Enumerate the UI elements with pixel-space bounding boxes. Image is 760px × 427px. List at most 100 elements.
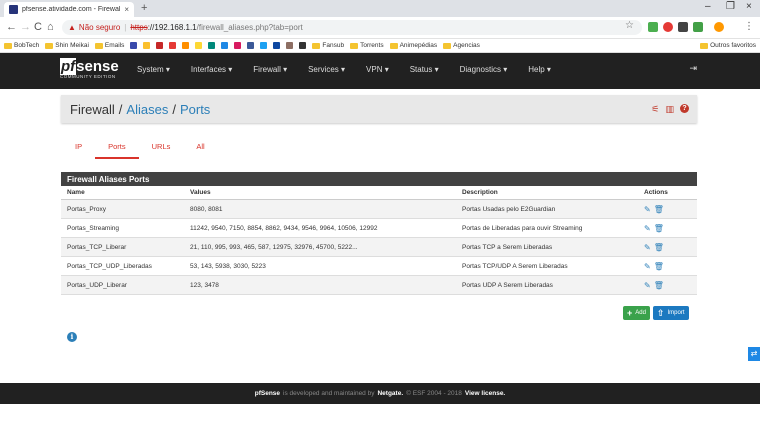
browser-tab[interactable]: pfsense.atividade.com - Firewall × [4,2,134,17]
breadcrumb-aliases-link[interactable]: Aliases [126,102,168,117]
extension-icon[interactable] [663,22,673,32]
chart-icon[interactable]: ▥ [665,104,674,115]
bookmark-icon[interactable] [286,42,294,49]
edit-icon[interactable]: ✎ [644,243,651,252]
cell-name: Portas_TCP_Liberar [61,237,184,257]
bookmark-icon[interactable] [247,42,255,49]
column-header-name[interactable]: Name [61,186,184,200]
cell-description: Portas TCP/UDP A Serem Liberadas [456,256,638,276]
extension-icon[interactable] [693,22,703,32]
delete-icon[interactable]: 🗑 [654,281,664,290]
column-header-values[interactable]: Values [184,186,456,200]
bookmark-icon[interactable] [273,42,281,49]
address-separator: | [124,23,127,32]
info-icon[interactable]: i [67,332,77,342]
delete-icon[interactable]: 🗑 [654,243,664,252]
folder-icon [94,42,103,49]
bookmark-bobtech[interactable]: BobTech [4,42,39,49]
tab-close-icon[interactable]: × [124,5,129,14]
bookmark-shin-meikai[interactable]: Shin Meikai [45,42,89,49]
not-secure-label: Não seguro [78,23,121,32]
bookmark-other-favorites[interactable]: Outros favoritos [700,42,756,49]
table-row[interactable]: Portas_TCP_UDP_Liberadas 53, 143, 5938, 3… [61,256,697,276]
edit-icon[interactable]: ✎ [644,205,651,214]
menu-diagnostics[interactable]: Diagnostics ▾ [460,65,508,74]
url-scheme: https [130,23,148,32]
forward-icon[interactable]: → [20,21,31,33]
footer-text: is developed and maintained by [283,390,375,397]
menu-services[interactable]: Services ▾ [308,65,345,74]
menu-firewall[interactable]: Firewall ▾ [253,65,287,74]
bookmark-icon[interactable] [208,42,216,49]
upload-icon: ⇧ [656,307,665,318]
table-row[interactable]: Portas_UDP_Liberar 123, 3478 Portas UDP A … [61,275,697,295]
table-row[interactable]: Portas_TCP_Liberar 21, 110, 995, 993, 465… [61,237,697,257]
menu-status[interactable]: Status ▾ [410,65,439,74]
edit-icon[interactable]: ✎ [644,262,651,271]
add-label: Add [635,310,646,316]
bookmark-fansub[interactable]: Fansub [312,42,344,49]
back-icon[interactable]: ← [6,21,17,33]
menu-interfaces[interactable]: Interfaces ▾ [191,65,232,74]
import-button[interactable]: ⇧ Import [652,306,689,320]
help-icon[interactable]: ? [680,104,689,113]
delete-icon[interactable]: 🗑 [654,205,664,214]
bookmark-icon[interactable] [260,42,268,49]
home-icon[interactable]: ⌂ [47,21,54,33]
extension-icon[interactable] [678,22,688,32]
bookmark-icon[interactable] [143,42,151,49]
cell-values: 53, 143, 5938, 3030, 5223 [184,256,456,276]
import-label: Import [667,310,685,316]
bookmark-agencias[interactable]: Agencias [443,42,480,49]
tab-ports[interactable]: Ports [95,142,139,159]
bookmark-icon[interactable] [234,42,242,49]
folder-icon [389,42,398,49]
delete-icon[interactable]: 🗑 [654,262,664,271]
window-minimize-button[interactable]: – [705,1,711,12]
bookmark-icon[interactable] [156,42,164,49]
table-row[interactable]: Portas_Proxy 8080, 8081 Portas Usadas pelo… [61,199,697,219]
menu-system[interactable]: System ▾ [137,65,170,74]
window-maximize-button[interactable]: ❐ [726,1,735,12]
window-close-button[interactable]: × [746,1,752,12]
add-button[interactable]: + Add [623,306,650,320]
new-tab-button[interactable]: + [141,2,147,14]
bookmark-icon[interactable] [195,42,203,49]
breadcrumb-separator: / [118,101,123,117]
bookmark-animepedias[interactable]: Animepédias [389,42,437,49]
pfsense-logo[interactable]: pfsense COMMUNITY EDITION [60,58,119,79]
bookmark-icon[interactable] [299,42,307,49]
remote-support-icon[interactable]: ⇄ [748,347,760,361]
bookmark-icon[interactable] [130,42,138,49]
address-bar[interactable]: ▲ Não seguro | https ://192.168.1.1 /fir… [62,20,642,35]
logout-icon[interactable]: ⇥ [689,63,697,74]
bookmark-emails[interactable]: Emails [94,42,124,49]
cell-values: 21, 110, 995, 993, 465, 587, 12975, 3297… [184,237,456,257]
cell-description: Portas UDP A Serem Liberadas [456,275,638,295]
footer-license-link[interactable]: View license. [465,390,505,397]
table-row[interactable]: Portas_Streaming 11242, 9540, 7150, 8854,… [61,218,697,238]
filter-icon[interactable]: ⚟ [651,104,659,115]
breadcrumb-ports-link[interactable]: Ports [180,102,210,117]
bookmark-torrents[interactable]: Torrents [350,42,384,49]
menu-help[interactable]: Help ▾ [528,65,551,74]
reload-icon[interactable]: C [34,21,42,33]
profile-avatar-icon[interactable] [714,22,724,32]
footer-company-link[interactable]: Netgate. [377,390,403,397]
edit-icon[interactable]: ✎ [644,224,651,233]
tab-urls[interactable]: URLs [139,142,184,159]
bookmark-icon[interactable] [169,42,177,49]
edit-icon[interactable]: ✎ [644,281,651,290]
bookmark-icon[interactable] [221,42,229,49]
bookmark-icon[interactable] [182,42,190,49]
browser-menu-icon[interactable]: ⋮ [744,21,754,32]
warning-icon: ▲ [68,23,76,32]
tab-all[interactable]: All [183,142,217,159]
extension-icon[interactable] [648,22,658,32]
bookmark-star-icon[interactable]: ☆ [625,20,634,31]
column-header-description[interactable]: Description [456,186,638,200]
menu-vpn[interactable]: VPN ▾ [366,65,389,74]
aliases-panel: Firewall Aliases Ports Name Values Descr… [61,172,697,295]
tab-ip[interactable]: IP [62,142,95,159]
delete-icon[interactable]: 🗑 [654,224,664,233]
